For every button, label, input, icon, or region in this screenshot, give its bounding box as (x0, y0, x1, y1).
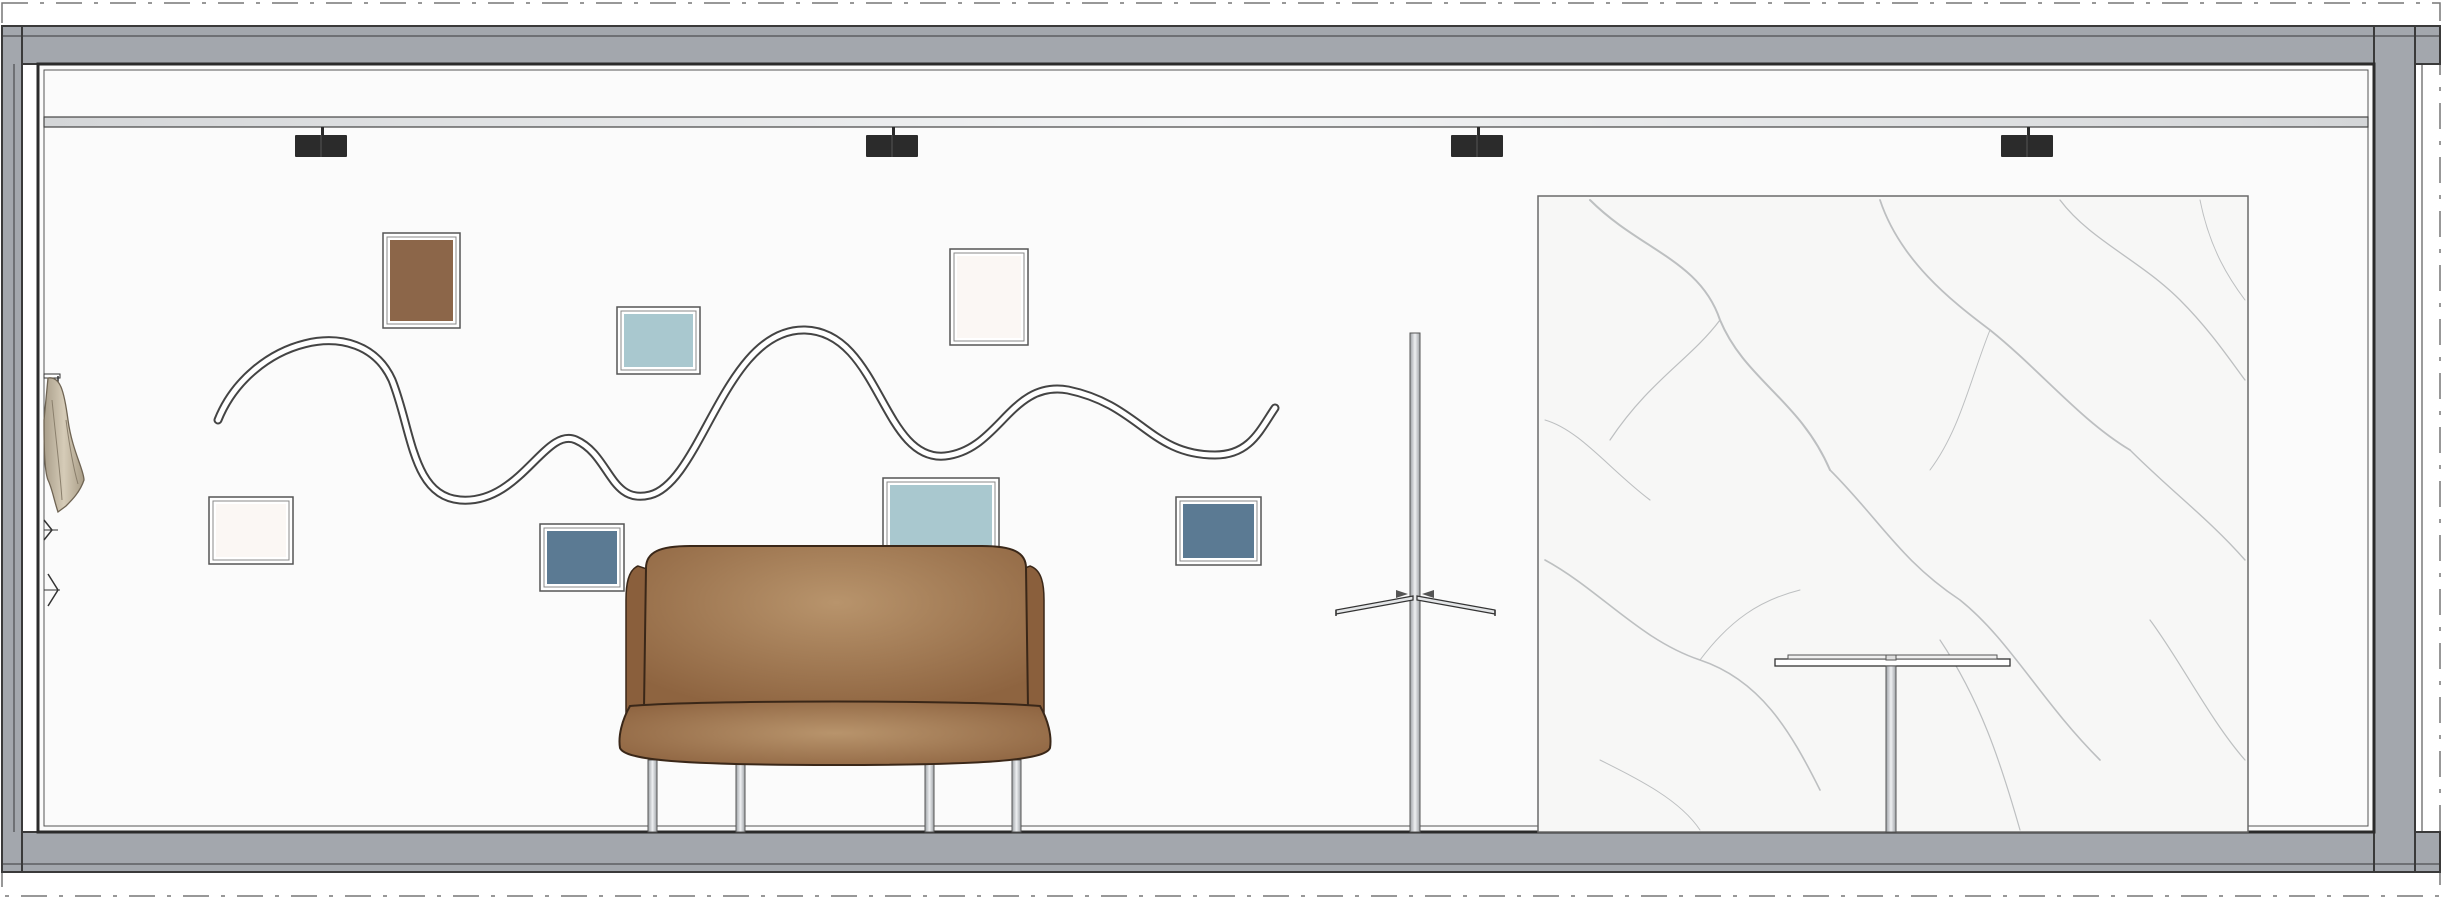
elevation-svg (1, 2, 2441, 897)
picture-frame (1175, 496, 1262, 566)
picture-frame (208, 496, 294, 565)
elevation-drawing (0, 0, 2442, 899)
picture-frame (949, 248, 1029, 346)
picture-frame (382, 232, 461, 329)
picture-frame (882, 477, 1000, 555)
light-track (43, 116, 2369, 128)
picture-frame (539, 523, 625, 592)
picture-frame (616, 306, 701, 375)
